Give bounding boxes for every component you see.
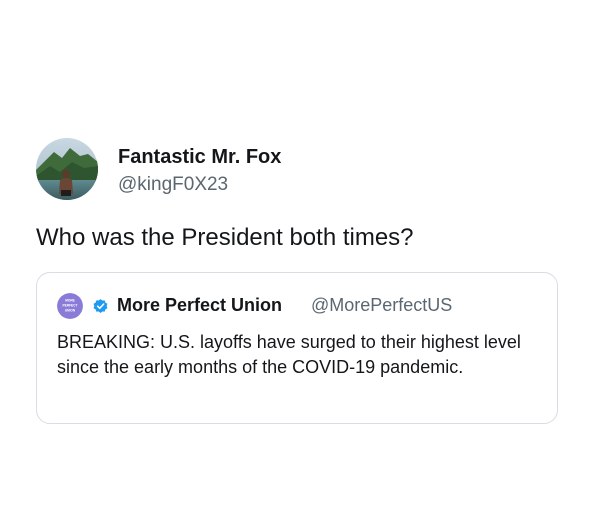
author-handle[interactable]: @kingF0X23 [118, 174, 228, 196]
tweet: Fantastic Mr. Fox @kingF0X23 Who was the… [0, 0, 600, 528]
svg-text:MORE: MORE [65, 299, 75, 303]
author-display-name[interactable]: Fantastic Mr. Fox [118, 146, 281, 169]
quoted-author-handle[interactable]: @MorePerfectUS [311, 295, 452, 316]
avatar-photo-icon [36, 138, 98, 200]
quoted-tweet-text: BREAKING: U.S. layoffs have surged to th… [57, 332, 521, 377]
quoted-tweet-card[interactable]: MORE PERFECT UNION More Perfect Union @M… [36, 272, 558, 424]
quoted-author-display-name[interactable]: More Perfect Union [117, 295, 282, 316]
svg-text:PERFECT: PERFECT [63, 304, 78, 308]
tweet-text: Who was the President both times? [36, 224, 414, 251]
more-perfect-union-logo-icon: MORE PERFECT UNION [57, 293, 83, 319]
quoted-author-avatar[interactable]: MORE PERFECT UNION [57, 293, 83, 319]
svg-text:UNION: UNION [65, 309, 76, 313]
verified-badge-icon [92, 298, 109, 315]
author-avatar[interactable] [36, 138, 98, 200]
